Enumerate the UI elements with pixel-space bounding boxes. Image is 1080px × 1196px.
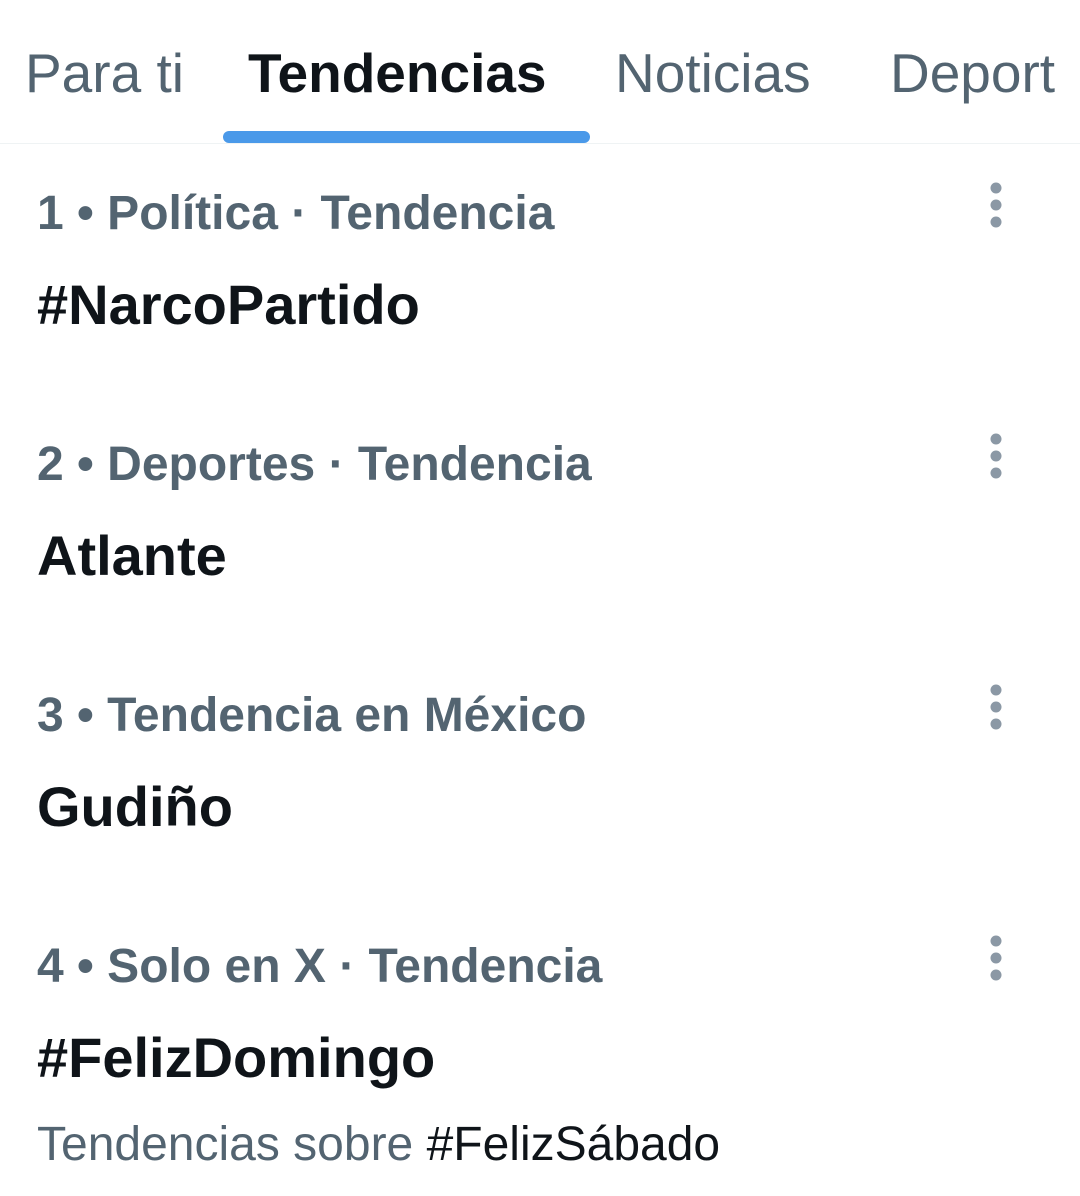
more-vertical-icon (970, 928, 1022, 1008)
tab-tendencias[interactable]: Tendencias (248, 40, 547, 106)
more-vertical-icon (970, 175, 1022, 255)
trend-title: #FelizDomingo (37, 1026, 436, 1089)
trend-meta: 1 • Política · Tendencia (37, 187, 555, 240)
trend-item-3[interactable]: 3 • Tendencia en México Gudiño (0, 655, 1080, 906)
more-options-button[interactable] (970, 928, 1022, 1008)
active-tab-indicator (223, 131, 590, 143)
more-options-button[interactable] (970, 426, 1022, 506)
more-options-button[interactable] (970, 175, 1022, 255)
tab-para-ti[interactable]: Para ti (25, 40, 184, 106)
tab-deportes[interactable]: Deport (890, 40, 1055, 106)
more-vertical-icon (970, 677, 1022, 757)
tab-bar: Para ti Tendencias Noticias Deport (0, 0, 1080, 144)
related-hashtag[interactable]: #FelizSábado (427, 1118, 721, 1171)
related-trends-text: Tendencias sobre #FelizSábado (37, 1116, 720, 1174)
tab-noticias[interactable]: Noticias (615, 40, 811, 106)
more-options-button[interactable] (970, 677, 1022, 757)
trend-meta: 3 • Tendencia en México (37, 689, 587, 742)
trend-title: Atlante (37, 524, 227, 587)
trend-item-1[interactable]: 1 • Política · Tendencia #NarcoPartido (0, 153, 1080, 404)
trend-meta: 2 • Deportes · Tendencia (37, 438, 592, 491)
related-trends-prefix: Tendencias sobre (37, 1118, 414, 1171)
trend-item-4[interactable]: 4 • Solo en X · Tendencia #FelizDomingo … (0, 906, 1080, 1196)
more-vertical-icon (970, 426, 1022, 506)
trend-title: #NarcoPartido (37, 273, 420, 336)
trend-title: Gudiño (37, 775, 233, 838)
trend-meta: 4 • Solo en X · Tendencia (37, 940, 603, 993)
trend-item-2[interactable]: 2 • Deportes · Tendencia Atlante (0, 404, 1080, 655)
